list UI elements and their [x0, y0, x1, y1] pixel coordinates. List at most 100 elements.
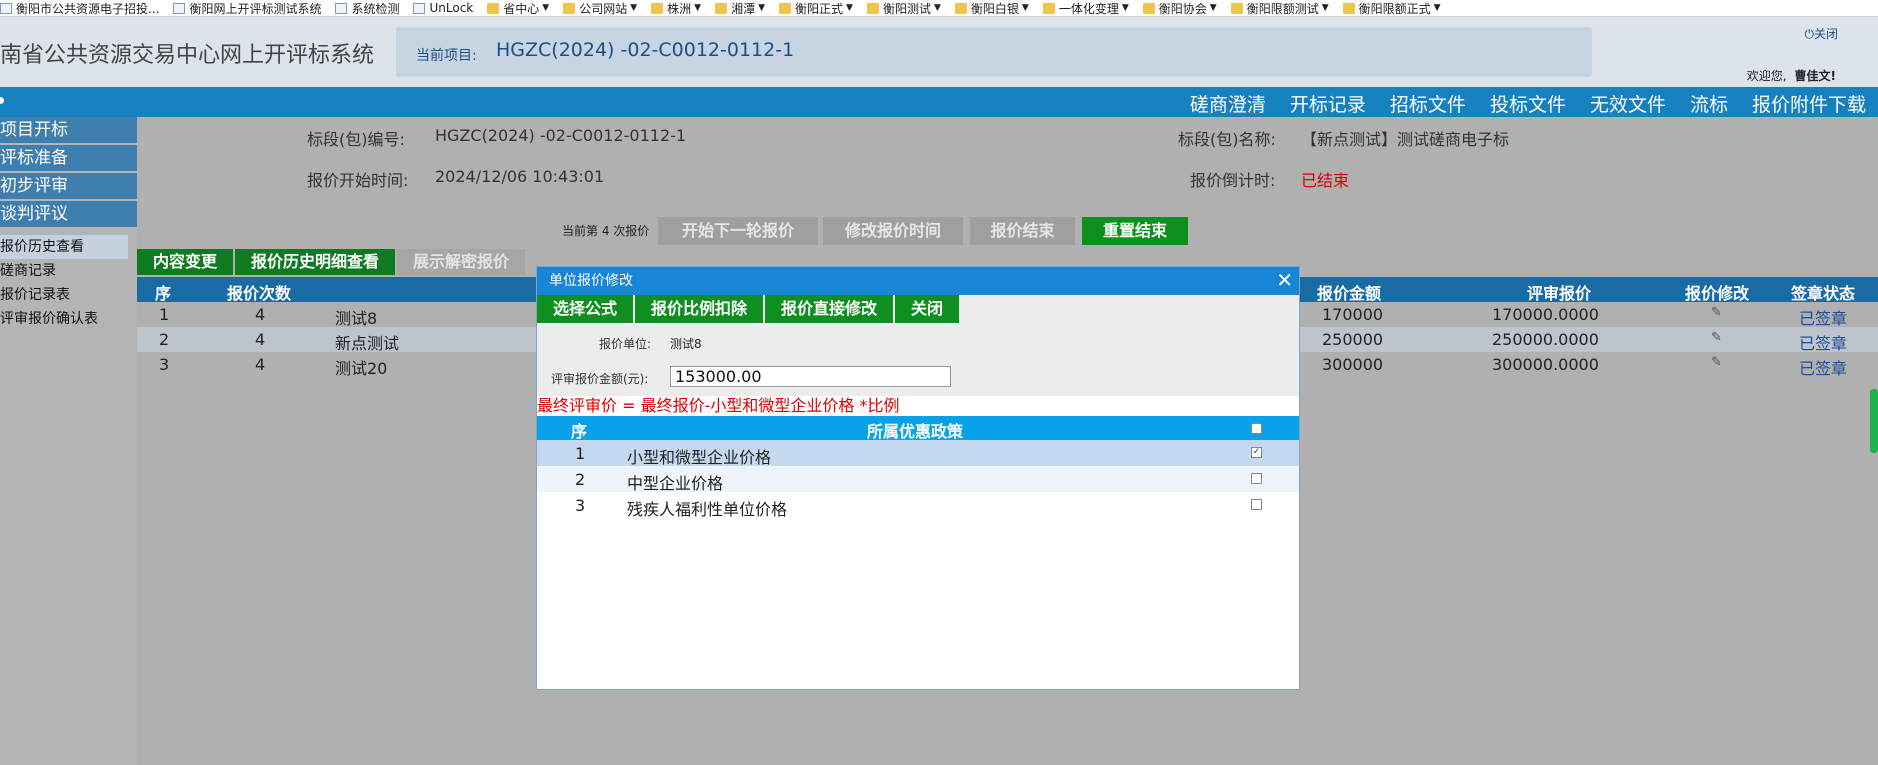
round-action-button[interactable]: 重置结束 [1082, 217, 1188, 245]
row-name: 新点测试 [335, 334, 400, 353]
nav-item[interactable]: 投标文件 [1490, 90, 1566, 117]
bookmark-label: 衡阳白银 [970, 1, 1019, 16]
folder-icon [866, 2, 879, 14]
policy-checkbox[interactable]: ✓ [1251, 447, 1262, 458]
modal-action-button[interactable]: 选择公式 [537, 295, 634, 323]
round-action-button[interactable]: 开始下一轮报价 [658, 217, 818, 245]
bookmark-item[interactable]: 系统检测 [335, 0, 400, 16]
policy-row[interactable]: 3 残疾人福利性单位价格 [537, 492, 1299, 519]
policy-row[interactable]: 2 中型企业价格 [537, 466, 1299, 493]
bookmark-item[interactable]: 省中心 ▼ [487, 0, 549, 16]
row-count: 4 [255, 330, 266, 349]
system-title: 南省公共资源交易中心网上开评标系统 [0, 43, 375, 68]
folder-icon [487, 2, 500, 14]
round-action-button[interactable]: 报价结束 [970, 217, 1075, 245]
start-time: 2024/12/06 10:43:01 [435, 167, 605, 186]
modal-toolbar: 选择公式 报价比例扣除 报价直接修改 关闭 [537, 295, 1299, 323]
power-icon: ⏻ [1804, 27, 1814, 41]
row-sign-status[interactable]: 已签章 [1799, 330, 1847, 354]
modal-action-button[interactable]: 报价比例扣除 [635, 295, 764, 323]
content-tab[interactable]: 报价历史明细查看 [235, 249, 396, 275]
col-count: 报价次数 [227, 284, 292, 303]
chevron-down-icon: ▼ [933, 3, 941, 13]
folder-icon [563, 2, 576, 14]
bookmark-label: 衡阳限额正式 [1358, 1, 1431, 16]
policy-seq: 1 [575, 444, 586, 463]
round-action-button[interactable]: 修改报价时间 [823, 217, 963, 245]
bookmark-item[interactable]: 公司网站 ▼ [563, 0, 637, 16]
bookmark-item[interactable]: 湘潭 ▼ [715, 0, 765, 16]
top-nav-items: 磋商澄清 开标记录 招标文件 投标文件 无效文件 流标 报价附件下载 [1190, 90, 1866, 117]
modal-action-button[interactable]: 关闭 [895, 295, 960, 323]
bookmark-item[interactable]: 株洲 ▼ [651, 0, 701, 16]
modal-action-button[interactable]: 报价直接修改 [765, 295, 894, 323]
unit-label: 报价单位: [599, 337, 652, 351]
row-sign-status[interactable]: 已签章 [1799, 305, 1847, 329]
policy-seq: 2 [575, 470, 586, 489]
col-seq: 序 [155, 284, 172, 303]
bookmark-item[interactable]: 衡阳网上开评标测试系统 [173, 0, 321, 16]
nav-item[interactable]: 磋商澄清 [1190, 90, 1266, 117]
bookmark-label: 一体化变理 [1058, 1, 1119, 16]
folder-icon [1042, 2, 1055, 14]
sidebar-section[interactable]: 谈判评议 [0, 201, 137, 227]
row-sign-status[interactable]: 已签章 [1799, 355, 1847, 379]
bookmark-item[interactable]: 一体化变理 ▼ [1042, 0, 1129, 16]
logout-label: 关闭 [1813, 27, 1838, 41]
col-modify: 报价修改 [1685, 284, 1750, 303]
sidebar-link[interactable]: 报价历史查看 [0, 235, 128, 259]
sidebar-section[interactable]: 初步评审 [0, 173, 137, 199]
edit-pencil-icon[interactable]: ✎ [1711, 305, 1722, 320]
bookmark-item[interactable]: 衡阳正式 ▼ [779, 0, 853, 16]
sidebar-section[interactable]: 评标准备 [0, 145, 137, 171]
formula-text: 最终评审价 = 最终报价-小型和微型企业价格 *比例 [537, 396, 900, 415]
col-sign-status: 签章状态 [1791, 284, 1856, 303]
nav-item[interactable]: 无效文件 [1590, 90, 1666, 117]
chevron-down-icon: ▼ [758, 3, 765, 13]
project-label: 当前项目: [416, 48, 477, 64]
review-amount-input[interactable] [670, 366, 951, 387]
sidebar-link[interactable]: 磋商记录 [0, 259, 137, 283]
sidebar-link[interactable]: 报价记录表 [0, 283, 137, 307]
edit-pencil-icon[interactable]: ✎ [1711, 330, 1722, 345]
bookmark-item[interactable]: 衡阳白银 ▼ [954, 0, 1029, 16]
bookmark-label: 省中心 [503, 1, 540, 16]
bookmark-label: 系统检测 [351, 1, 400, 16]
page-icon [413, 2, 426, 14]
sidebar-link[interactable]: 评审报价确认表 [0, 307, 137, 331]
row-name: 测试20 [335, 359, 388, 378]
policy-checkbox[interactable] [1251, 499, 1262, 510]
nav-item[interactable]: 招标文件 [1390, 90, 1466, 117]
policy-checkbox[interactable] [1251, 473, 1262, 484]
close-icon[interactable]: ✕ [1276, 267, 1293, 293]
row-count: 4 [255, 355, 266, 374]
scrollbar-thumb[interactable] [1870, 389, 1878, 453]
content-tab[interactable]: 展示解密报价 [397, 249, 526, 275]
folder-icon [651, 2, 664, 14]
row-review: 170000.0000 [1492, 305, 1599, 324]
nav-item[interactable]: 开标记录 [1290, 90, 1366, 117]
content-tab[interactable]: 内容变更 [137, 249, 234, 275]
bookmark-item[interactable]: 衡阳协会 ▼ [1142, 0, 1217, 16]
row-name: 测试8 [335, 309, 378, 328]
sidebar-section[interactable]: 项目开标 [0, 117, 137, 143]
policy-row[interactable]: 1 小型和微型企业价格 ✓ [537, 440, 1299, 467]
row-amount: 170000 [1322, 305, 1384, 324]
bookmark-item[interactable]: 衡阳限额测试 ▼ [1230, 0, 1329, 16]
logout-link[interactable]: ⏻关闭 [1804, 25, 1838, 42]
page-icon [335, 2, 348, 14]
bookmarks-bar: 衡阳市公共资源电子招投... 衡阳网上开评标测试系统 系统检测 UnLock 省中心 ▼ 公… [0, 0, 1878, 17]
bookmark-item[interactable]: 衡阳市公共资源电子招投... [0, 0, 159, 16]
bookmark-item[interactable]: UnLock [413, 1, 473, 15]
bookmark-label: 衡阳协会 [1158, 1, 1207, 16]
edit-pencil-icon[interactable]: ✎ [1711, 355, 1722, 370]
bookmark-item[interactable]: 衡阳限额正式 ▼ [1342, 0, 1441, 16]
bookmark-label: 株洲 [667, 1, 692, 16]
page-header: 南省公共资源交易中心网上开评标系统 当前项目: HGZC(2024) -02-C… [0, 17, 1878, 87]
start-time-label: 报价开始时间: [307, 171, 409, 190]
nav-item[interactable]: 流标 [1690, 90, 1728, 117]
nav-item[interactable]: 报价附件下载 [1752, 90, 1866, 117]
select-all-checkbox[interactable] [1251, 423, 1262, 434]
top-nav: 磋商澄清 开标记录 招标文件 投标文件 无效文件 流标 报价附件下载 [0, 87, 1878, 117]
bookmark-item[interactable]: 衡阳测试 ▼ [866, 0, 941, 16]
